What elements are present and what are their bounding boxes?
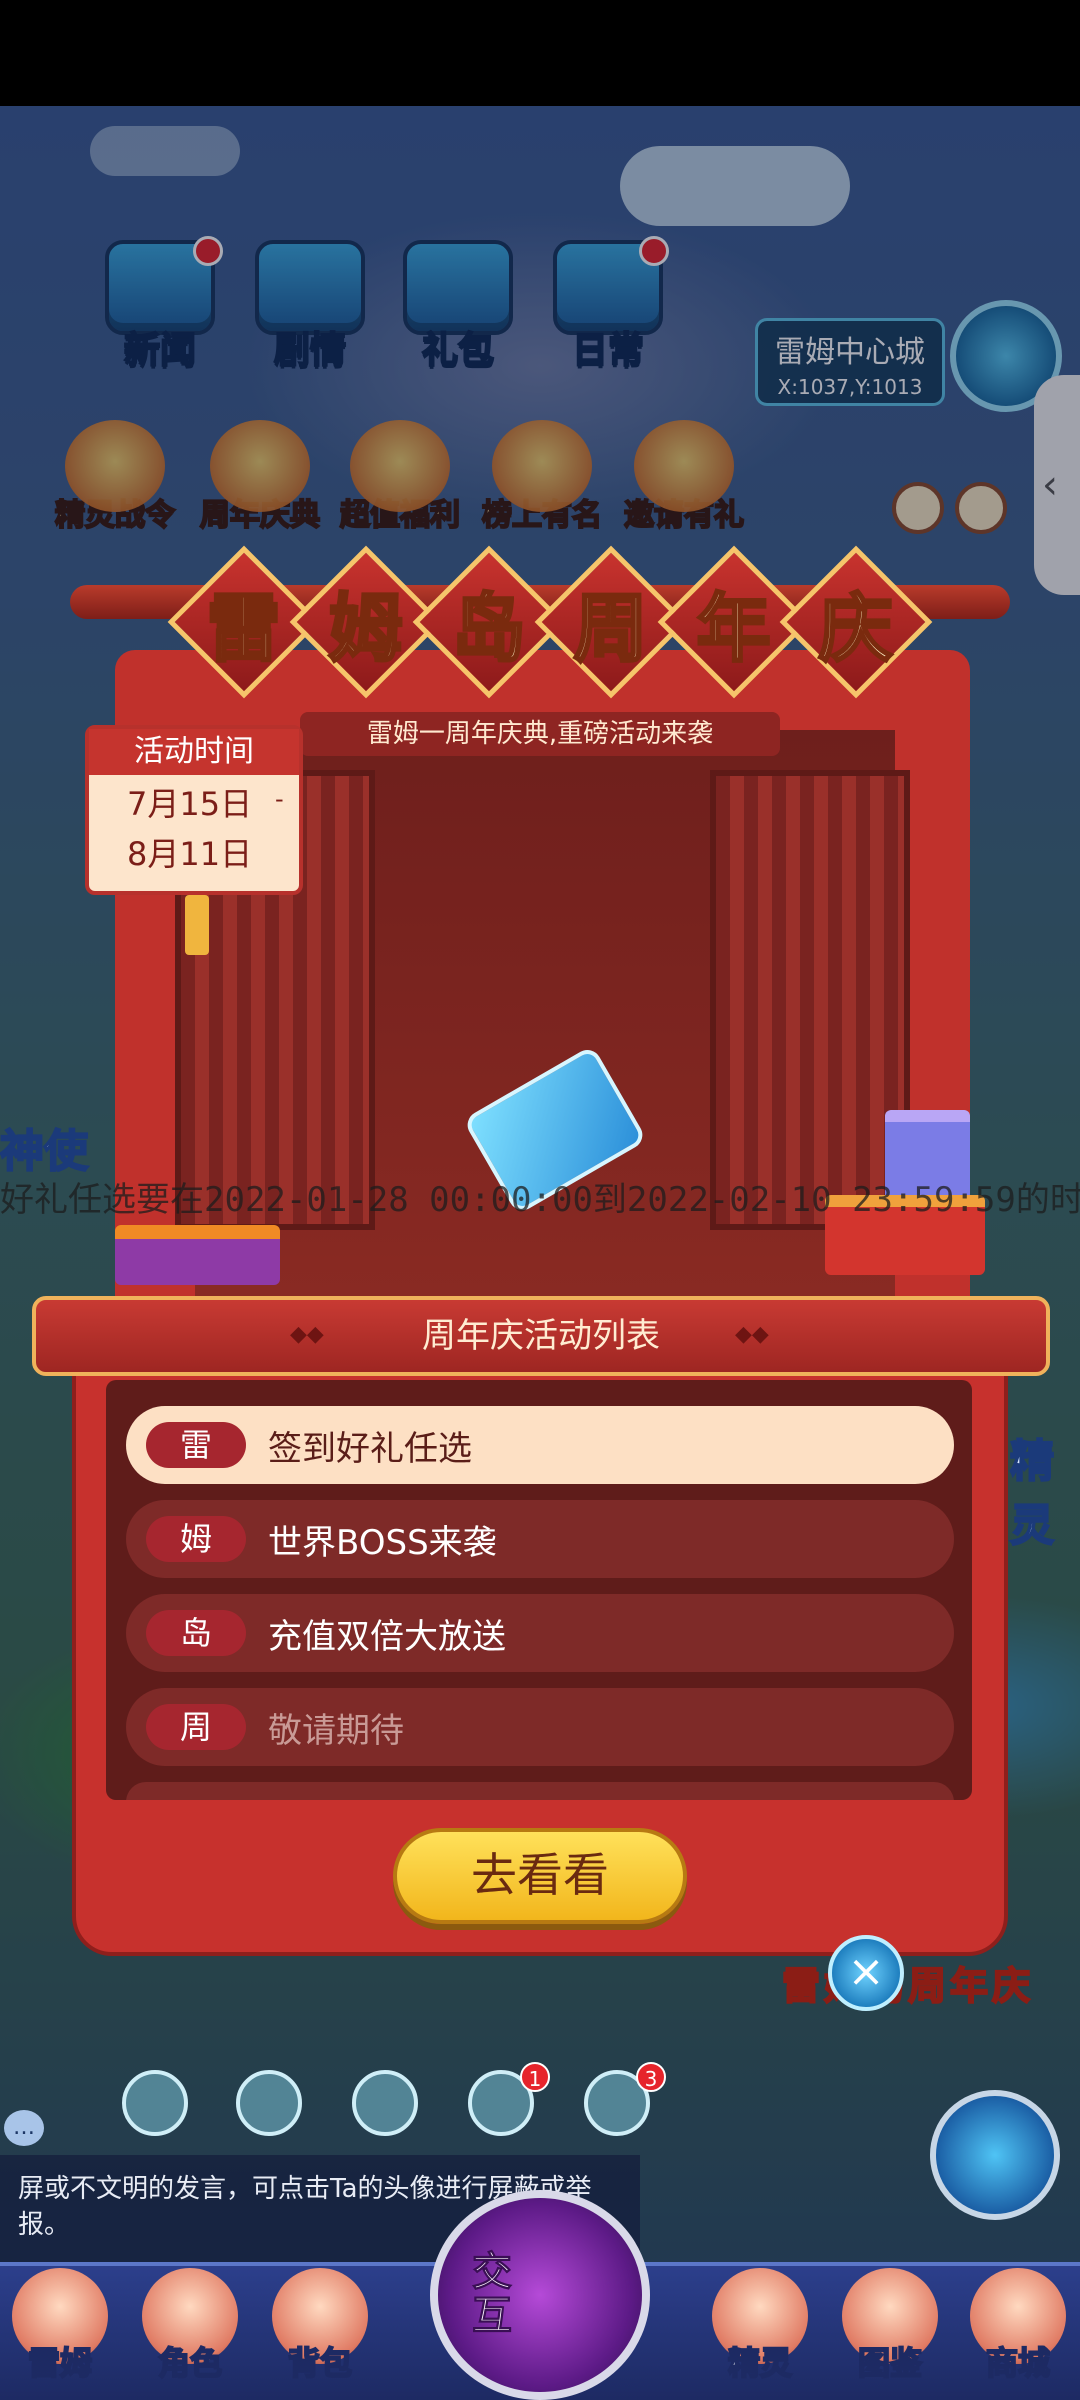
anniversary-title: 雷 姆 岛 周 年 庆 (167, 545, 933, 699)
dock-sprite[interactable]: 精灵 (700, 2268, 820, 2384)
dock-character[interactable]: 角色 (130, 2268, 250, 2384)
corner-banner: 雷姆岛周年庆 (781, 1963, 1034, 2009)
hud-button[interactable] (352, 2070, 418, 2136)
date-separator: - (275, 785, 284, 813)
hud-button[interactable] (236, 2070, 302, 2136)
dock-codex[interactable]: 图鉴 (830, 2268, 950, 2384)
item-label: 敬请期待 (268, 1710, 404, 1751)
banner-subtitle: 雷姆一周年庆典,重磅活动来袭 (300, 712, 780, 756)
item-chip: 雷 (146, 1422, 246, 1468)
count-badge: 1 (520, 2062, 550, 2092)
speech-bubble-icon[interactable]: … (4, 2110, 44, 2146)
game-screen: 新闻 剧情 礼包 日常 雷姆中心城 X:1037,Y:1013 ‹ 精灵战令 周… (0, 0, 1080, 2400)
hud-button[interactable] (122, 2070, 188, 2136)
interact-label: 交互 (472, 2249, 513, 2339)
activity-item-signin[interactable]: 雷 签到好礼任选 (126, 1406, 954, 1484)
start-date: 7月15日 (127, 785, 253, 823)
item-chip: 岛 (146, 1610, 246, 1656)
diamond-ornament: ◆◆ (735, 1322, 769, 1347)
status-bar (0, 0, 1080, 106)
close-button[interactable]: × (828, 1935, 904, 2011)
end-date: 8月11日 (127, 835, 253, 873)
item-chip: 周 (146, 1704, 246, 1750)
go-see-button[interactable]: 去看看 (393, 1828, 687, 1924)
tassel-decoration (185, 895, 209, 955)
dock-backpack[interactable]: 背包 (260, 2268, 380, 2384)
item-label: 充值双倍大放送 (268, 1616, 506, 1657)
activity-list-header: 周年庆活动列表 (32, 1296, 1050, 1376)
dock-leimu[interactable]: 雷姆 (0, 2268, 120, 2384)
diamond-ornament: ◆◆ (290, 1322, 324, 1347)
star-button[interactable] (930, 2090, 1060, 2220)
title-tile: 庆 (779, 545, 933, 699)
list-item-partial (126, 1782, 954, 1800)
activity-list: 雷 签到好礼任选 姆 世界BOSS来袭 岛 充值双倍大放送 周 敬请期待 (106, 1380, 972, 1800)
dock-shop[interactable]: 商城 (958, 2268, 1078, 2384)
gift-box-icon (115, 1225, 280, 1285)
system-marquee: 好礼任选要在2022-01-28 00:00:00到2022-02-10 23:… (0, 1180, 1080, 1216)
count-badge: 3 (636, 2062, 666, 2092)
activity-time-header: 活动时间 (89, 729, 299, 775)
right-door (710, 770, 910, 1230)
activity-item-recharge[interactable]: 岛 充值双倍大放送 (126, 1594, 954, 1672)
activity-item-coming-soon[interactable]: 周 敬请期待 (126, 1688, 954, 1766)
item-chip: 姆 (146, 1516, 246, 1562)
side-label-left: 神使 (0, 1125, 89, 1178)
item-label: 签到好礼任选 (268, 1428, 472, 1469)
side-label-right: 精灵 (1009, 1435, 1055, 1552)
activity-item-world-boss[interactable]: 姆 世界BOSS来袭 (126, 1500, 954, 1578)
item-label: 世界BOSS来袭 (268, 1522, 497, 1563)
activity-time-card: 活动时间 7月15日 8月11日 - (85, 725, 303, 895)
interact-button[interactable]: 交互 (430, 2190, 650, 2400)
